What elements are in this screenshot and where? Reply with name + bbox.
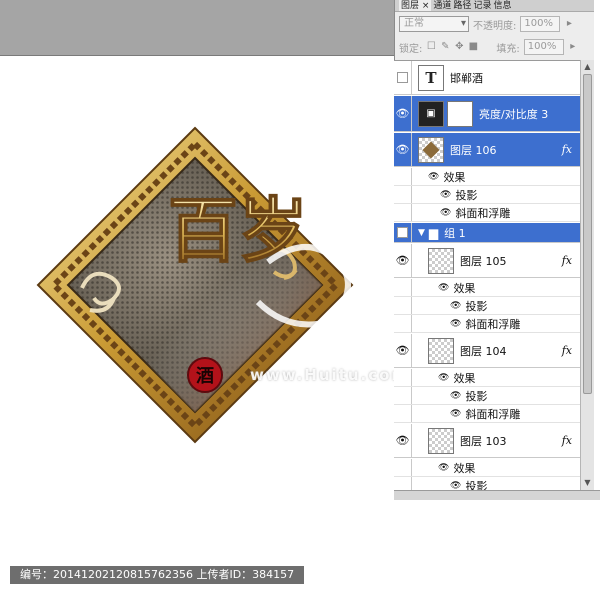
layer-name: 图层 105 <box>460 254 507 268</box>
layer-row-adjustment[interactable]: 👁 ▣ 亮度/对比度 3 <box>394 96 580 132</box>
image-caption: 编号：20141202120815762356 上传者ID：384157 <box>10 566 305 584</box>
eye-icon[interactable]: 👁 <box>438 283 449 293</box>
effects-header[interactable]: 👁 效果 <box>394 168 580 186</box>
tab-info[interactable]: 信息 <box>493 0 511 11</box>
hidden-box-icon <box>397 227 408 238</box>
layer-thumb <box>418 136 444 163</box>
tab-layers[interactable]: 图层 × <box>399 0 432 11</box>
blend-row: 正常 不透明度: 100% ▸ <box>395 13 595 35</box>
scroll-down-icon[interactable]: ▼ <box>583 478 592 488</box>
lock-row: 锁定: ☐ ✎ ✥ ■ 填充: 100% ▸ <box>395 37 595 57</box>
hidden-box-icon <box>397 72 408 83</box>
layers-scrollbar[interactable]: ▲ ▼ <box>580 60 594 490</box>
fx-icon[interactable]: fx <box>562 434 572 447</box>
tab-history[interactable]: 记录 <box>473 0 491 11</box>
fx-icon[interactable]: fx <box>562 254 572 267</box>
effect-drop-shadow[interactable]: 👁 投影 <box>394 186 580 204</box>
folder-icon: ▆ <box>428 225 439 240</box>
effect-bevel-emboss[interactable]: 👁 斜面和浮雕 <box>394 315 580 333</box>
layer-name: 邯郸酒 <box>450 71 483 85</box>
eye-icon[interactable]: 👁 <box>438 463 449 473</box>
fx-icon[interactable]: fx <box>562 143 572 156</box>
layer-thumb <box>428 337 454 364</box>
watermark-logo <box>255 244 351 328</box>
layer-row-group[interactable]: ▼ ▆ 组 1 <box>394 223 580 243</box>
layer-name: 图层 103 <box>460 434 507 448</box>
expand-arrow-icon[interactable]: ▼ <box>418 228 425 238</box>
fill-label: 填充: <box>496 43 520 55</box>
visibility-toggle[interactable]: 👁 <box>394 133 412 166</box>
layer-row-text[interactable]: T 邯郸酒 <box>394 61 580 95</box>
layer-name: 图层 104 <box>460 344 507 358</box>
opacity-label: 不透明度: <box>473 20 517 32</box>
layer-thumb <box>428 247 454 274</box>
effects-header[interactable]: 👁 效果 <box>394 369 580 387</box>
lock-all-icon[interactable]: ■ <box>468 42 478 52</box>
lock-move-icon[interactable]: ✥ <box>454 42 464 52</box>
lock-brush-icon[interactable]: ✎ <box>440 42 450 52</box>
lock-label: 锁定: <box>399 43 423 55</box>
eye-icon[interactable]: 👁 <box>440 190 451 200</box>
canvas-gray-area <box>0 0 394 56</box>
visibility-toggle[interactable]: 👁 <box>394 96 412 131</box>
layer-name: 亮度/对比度 3 <box>479 107 549 121</box>
effect-bevel-emboss[interactable]: 👁 斜面和浮雕 <box>394 405 580 423</box>
layer-row-103[interactable]: 👁 图层 103 fx <box>394 424 580 458</box>
effect-bevel-emboss[interactable]: 👁 斜面和浮雕 <box>394 204 580 222</box>
eye-icon: 👁 <box>395 254 410 267</box>
effect-drop-shadow[interactable]: 👁 投影 <box>394 387 580 405</box>
visibility-toggle[interactable] <box>394 223 412 242</box>
visibility-toggle[interactable]: 👁 <box>394 424 412 457</box>
adjustment-thumb-icon: ▣ <box>418 100 444 127</box>
lock-transparent-icon[interactable]: ☐ <box>426 42 436 52</box>
eye-icon[interactable]: 👁 <box>438 373 449 383</box>
eye-icon[interactable]: 👁 <box>450 409 461 419</box>
layer-name: 组 1 <box>444 226 466 240</box>
eye-icon[interactable]: 👁 <box>450 301 461 311</box>
eye-icon: 👁 <box>395 434 410 447</box>
effect-drop-shadow[interactable]: 👁 投影 <box>394 477 580 490</box>
eye-icon[interactable]: 👁 <box>450 319 461 329</box>
layer-name: 图层 106 <box>450 143 497 157</box>
layer-row-105[interactable]: 👁 图层 105 fx <box>394 244 580 278</box>
eye-icon[interactable]: 👁 <box>428 172 439 182</box>
text-layer-thumb-icon: T <box>418 64 444 91</box>
seal-char: 酒 <box>196 365 214 387</box>
eye-icon[interactable]: 👁 <box>440 208 451 218</box>
layer-thumb <box>428 427 454 454</box>
panel-tabs: 图层 × 通道 路径 记录 信息 <box>395 0 594 12</box>
fill-arrow-icon[interactable]: ▸ <box>568 42 578 52</box>
panel-bottom-toolbar <box>394 490 600 500</box>
layer-row-106[interactable]: 👁 图层 106 fx <box>394 133 580 167</box>
scroll-thumb[interactable] <box>583 74 592 394</box>
effects-header[interactable]: 👁 效果 <box>394 459 580 477</box>
opacity-arrow-icon[interactable]: ▸ <box>564 19 574 29</box>
scroll-up-icon[interactable]: ▲ <box>583 62 592 72</box>
eye-icon: 👁 <box>395 143 410 156</box>
eye-icon: 👁 <box>395 344 410 357</box>
watermark-site-text: www.Huitu.com <box>250 366 410 384</box>
layers-list: T 邯郸酒 👁 ▣ 亮度/对比度 3 👁 图层 106 fx 👁 效果 👁 投影 👁… <box>394 60 580 490</box>
eye-icon[interactable]: 👁 <box>450 481 461 491</box>
opacity-input[interactable]: 100% <box>520 16 561 32</box>
fill-input[interactable]: 100% <box>523 39 564 55</box>
layer-row-104[interactable]: 👁 图层 104 fx <box>394 334 580 368</box>
visibility-toggle[interactable]: 👁 <box>394 244 412 277</box>
visibility-toggle[interactable]: 👁 <box>394 334 412 367</box>
tab-paths[interactable]: 路径 <box>453 0 471 11</box>
effect-drop-shadow[interactable]: 👁 投影 <box>394 297 580 315</box>
fx-icon[interactable]: fx <box>562 344 572 357</box>
mask-thumb <box>447 100 473 127</box>
effects-header[interactable]: 👁 效果 <box>394 279 580 297</box>
blend-mode-select[interactable]: 正常 <box>399 16 469 32</box>
eye-icon: 👁 <box>395 107 410 120</box>
visibility-toggle[interactable] <box>394 61 412 94</box>
eye-icon[interactable]: 👁 <box>450 391 461 401</box>
tab-channels[interactable]: 通道 <box>433 0 451 11</box>
